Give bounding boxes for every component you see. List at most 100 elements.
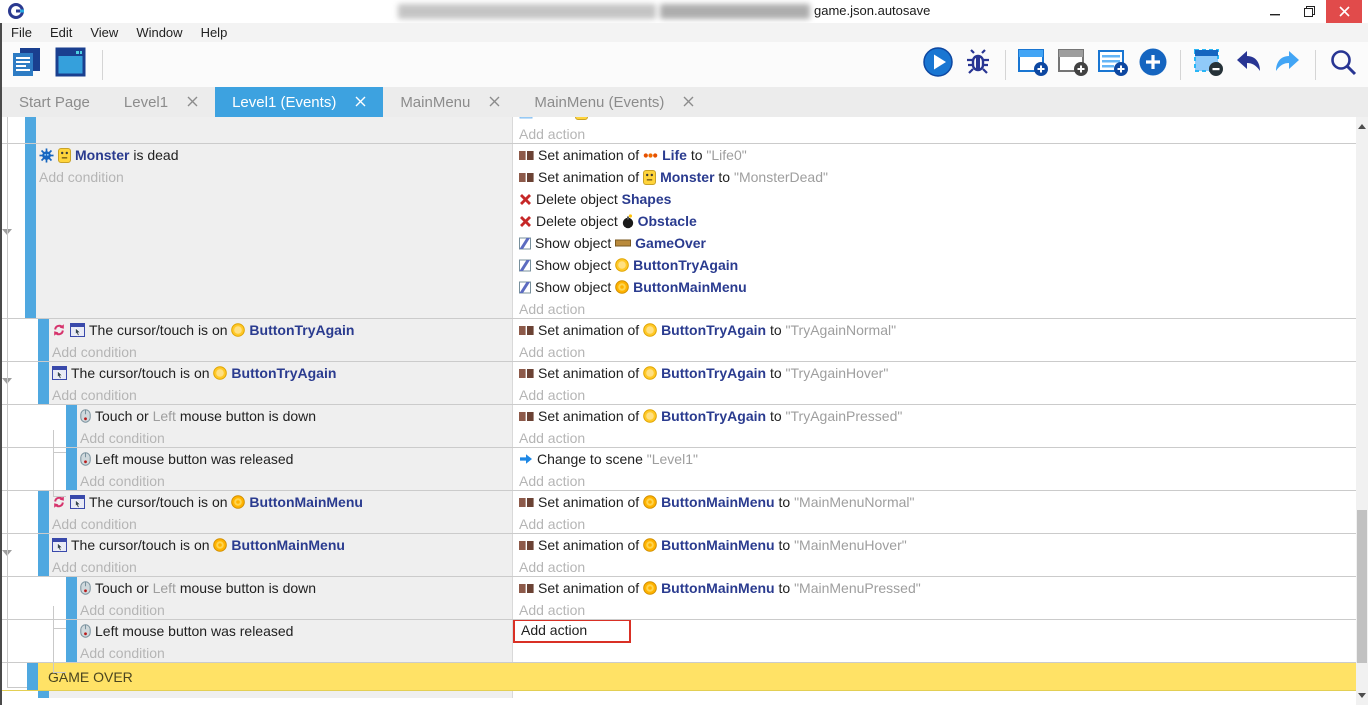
action-text[interactable]: Delete object Shapes	[519, 188, 1356, 210]
vertical-scrollbar[interactable]	[1356, 117, 1368, 705]
add-condition-link[interactable]: Add condition	[52, 559, 137, 575]
event-row[interactable]: Touch or Left mouse button is down Add co…	[0, 577, 1356, 620]
tab-mainmenu-events-[interactable]: MainMenu (Events)	[517, 87, 711, 117]
add-condition-link[interactable]: Add condition	[39, 169, 124, 185]
condition-text[interactable]: Left mouse button was released	[80, 448, 293, 470]
add-comment-button[interactable]	[1096, 48, 1130, 82]
add-action-link[interactable]: Add action	[519, 126, 585, 142]
add-action-link[interactable]: Add action	[519, 473, 585, 489]
gdevelop-logo-icon	[7, 7, 25, 24]
action-text[interactable]: Show object ButtonTryAgain	[519, 254, 1356, 276]
scrollbar-thumb[interactable]	[1357, 510, 1367, 663]
action-cell[interactable]: Set animation of ButtonTryAgain to "TryA…	[512, 362, 1356, 405]
close-button[interactable]	[1326, 0, 1362, 23]
action-cell[interactable]: Change to scene "Level1" Add action	[512, 448, 1356, 491]
tab-close-icon[interactable]	[683, 94, 694, 110]
debug-button[interactable]	[961, 48, 995, 82]
condition-text[interactable]: The cursor/touch is on ButtonMainMenu	[52, 534, 345, 556]
action-text[interactable]: Show object ButtonMainMenu	[519, 276, 1356, 298]
animation-icon	[519, 497, 534, 508]
menu-window[interactable]: Window	[127, 23, 191, 42]
undo-button[interactable]	[1231, 48, 1265, 82]
add-condition-link[interactable]: Add condition	[39, 117, 124, 120]
add-action-link[interactable]: Add action	[519, 602, 585, 618]
condition-text[interactable]: Left mouse button was released	[80, 620, 293, 642]
action-text[interactable]: Set animation of ButtonTryAgain to "TryA…	[519, 405, 1356, 427]
tab-start-page[interactable]: Start Page	[2, 87, 107, 117]
add-new-button[interactable]	[1136, 48, 1170, 82]
action-cell[interactable]: Set animation of ButtonTryAgain to "TryA…	[512, 405, 1356, 448]
tab-close-icon[interactable]	[187, 94, 198, 110]
event-row[interactable]: Left mouse button was released Add condit…	[0, 448, 1356, 491]
tab-level1-events-[interactable]: Level1 (Events)	[215, 87, 383, 117]
tab-mainmenu[interactable]: MainMenu	[383, 87, 517, 117]
add-action-link[interactable]: Add action	[519, 387, 585, 403]
event-row[interactable]: The cursor/touch is on ButtonTryAgain Add…	[0, 362, 1356, 405]
add-condition-link[interactable]: Add condition	[80, 602, 165, 618]
add-action-link[interactable]: Add action	[519, 516, 585, 532]
redo-button[interactable]	[1271, 48, 1305, 82]
action-text[interactable]: Delete object Obstacle	[519, 210, 1356, 232]
action-cell[interactable]: Set animation of ButtonMainMenu to "Main…	[512, 491, 1356, 534]
condition-text[interactable]: The cursor/touch is on ButtonMainMenu	[52, 491, 363, 513]
add-condition-link[interactable]: Add condition	[80, 473, 165, 489]
event-row[interactable]: Monster is dead Add condition Set animatio…	[0, 144, 1356, 319]
action-text[interactable]: Set animation of Life to "Life0"	[519, 144, 1356, 166]
add-condition-link[interactable]: Add condition	[80, 645, 165, 661]
add-subevent-button[interactable]	[1056, 48, 1090, 82]
condition-text[interactable]: Touch or Left mouse button is down	[80, 405, 316, 427]
add-condition-link[interactable]: Add condition	[80, 430, 165, 446]
menu-file[interactable]: File	[2, 23, 41, 42]
add-event-button[interactable]	[1016, 48, 1050, 82]
restore-button[interactable]	[1292, 0, 1326, 23]
action-cell[interactable]: Set animation of ButtonTryAgain to "TryA…	[512, 319, 1356, 362]
preview-play-button[interactable]	[921, 48, 955, 82]
add-condition-link[interactable]: Add condition	[52, 344, 137, 360]
add-action-link[interactable]: Add action	[519, 344, 585, 360]
action-text[interactable]: Set animation of ButtonMainMenu to "Main…	[519, 491, 1356, 513]
condition-text[interactable]: The cursor/touch is on ButtonTryAgain	[52, 319, 354, 341]
action-text[interactable]: Set animation of ButtonMainMenu to "Main…	[519, 534, 1356, 556]
toggle-disabled-button[interactable]	[1191, 48, 1225, 82]
event-row[interactable]: The cursor/touch is on ButtonTryAgain Add…	[0, 319, 1356, 362]
add-action-link[interactable]: Add action	[519, 430, 585, 446]
scene-editor-window-button[interactable]	[54, 48, 88, 82]
tab-level1[interactable]: Level1	[107, 87, 215, 117]
event-row[interactable]: Touch or Left mouse button is down Add co…	[0, 405, 1356, 448]
event-row[interactable]: Add condition Make Monster blink for 1.5 …	[0, 117, 1356, 144]
scrollbar-down-arrow[interactable]	[1358, 693, 1366, 698]
add-action-link[interactable]: Add action	[519, 559, 585, 575]
add-action-link[interactable]: Add action	[519, 301, 585, 317]
minimize-button[interactable]	[1258, 0, 1292, 23]
event-row[interactable]: Left mouse button was released Add condit…	[0, 620, 1356, 663]
add-condition-link[interactable]: Add condition	[52, 516, 137, 532]
tab-close-icon[interactable]	[355, 94, 366, 110]
condition-text[interactable]: Touch or Left mouse button is down	[80, 577, 316, 599]
condition-text[interactable]: The cursor/touch is on ButtonTryAgain	[52, 362, 336, 384]
condition-text[interactable]: Monster is dead	[39, 144, 179, 166]
tab-close-icon[interactable]	[489, 94, 500, 110]
menu-view[interactable]: View	[81, 23, 127, 42]
action-cell[interactable]: Add action	[512, 620, 1356, 663]
add-action-link-highlighted[interactable]: Add action	[513, 620, 631, 643]
action-cell[interactable]: Make Monster blink for 1.5 secondsAdd ac…	[512, 117, 1356, 144]
add-condition-link[interactable]: Add condition	[52, 387, 137, 403]
comment-row[interactable]: GAME OVER	[0, 663, 1356, 691]
action-text[interactable]: Set animation of ButtonTryAgain to "TryA…	[519, 362, 1356, 384]
action-cell[interactable]: Set animation of ButtonMainMenu to "Main…	[512, 577, 1356, 620]
search-button[interactable]	[1326, 48, 1360, 82]
action-text[interactable]: Set animation of ButtonTryAgain to "TryA…	[519, 319, 1356, 341]
scrollbar-up-arrow[interactable]	[1358, 124, 1366, 129]
action-text[interactable]: Set animation of Monster to "MonsterDead…	[519, 166, 1356, 188]
menu-help[interactable]: Help	[192, 23, 237, 42]
menu-edit[interactable]: Edit	[41, 23, 81, 42]
action-cell[interactable]: Set animation of ButtonMainMenu to "Main…	[512, 534, 1356, 577]
event-row[interactable]: The cursor/touch is on ButtonMainMenu Add…	[0, 534, 1356, 577]
action-text[interactable]: Change to scene "Level1"	[519, 448, 1356, 470]
event-row[interactable]: The cursor/touch is on ButtonMainMenu Add…	[0, 491, 1356, 534]
action-cell[interactable]: Set animation of Life to "Life0"Set anim…	[512, 144, 1356, 319]
event-text-segment: The cursor/touch is on	[89, 494, 231, 510]
action-text[interactable]: Set animation of ButtonMainMenu to "Main…	[519, 577, 1356, 599]
action-text[interactable]: Show object GameOver	[519, 232, 1356, 254]
project-manager-button[interactable]	[10, 48, 44, 82]
